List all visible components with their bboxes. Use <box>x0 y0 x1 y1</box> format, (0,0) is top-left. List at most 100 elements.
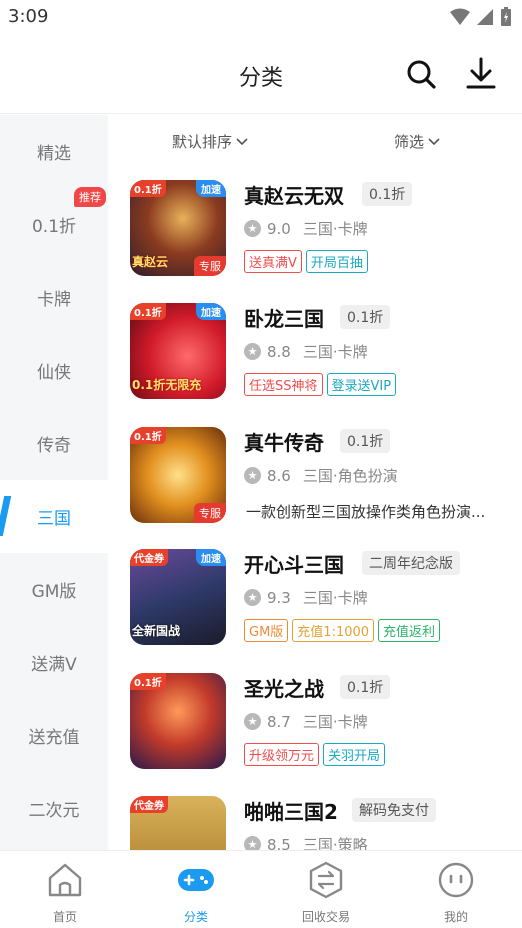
game-icon[interactable]: 0.1折 专服 <box>130 427 226 523</box>
chevron-down-icon <box>236 137 248 145</box>
game-icon[interactable]: 代金券 加速 全新国战 <box>130 549 226 645</box>
sidebar-item-label: 传奇 <box>37 436 71 456</box>
game-item[interactable]: 0.1折 专服 真牛传奇 0.1折 ★ 8.6 三国·角色扮演 一款创新型三国放… <box>130 427 510 527</box>
discount-badge: 0.1折 <box>130 427 166 444</box>
profile-face-icon <box>438 862 474 898</box>
game-item[interactable]: 0.1折 加速 0.1折无限充 卧龙三国 0.1折 ★ 8.8 三国·卡牌 任选… <box>130 303 510 403</box>
game-meta: ★ 8.7 三国·卡牌 <box>244 711 368 732</box>
signal-icon <box>477 9 493 25</box>
game-name: 啪啪三国2 <box>244 800 338 824</box>
app-header: 分类 <box>0 34 522 114</box>
exclusive-server-badge: 专服 <box>194 256 226 276</box>
sidebar-item-label: 送满V <box>31 655 77 675</box>
download-icon[interactable] <box>465 56 497 90</box>
game-category: 三国·策略 <box>302 836 368 850</box>
game-tags: GM版 充值1:1000 充值返利 <box>244 619 441 642</box>
home-icon <box>48 863 82 897</box>
voucher-badge: 代金券 <box>130 796 168 813</box>
voucher-badge: 代金券 <box>130 549 168 566</box>
game-tag: 关羽开局 <box>323 743 386 766</box>
game-tag: 登录送VIP <box>326 373 397 396</box>
recommend-badge: 推荐 <box>74 187 106 207</box>
nav-trade[interactable]: 回收交易 <box>281 861 371 925</box>
sort-label: 默认排序 <box>172 133 233 151</box>
game-item[interactable]: 0.1折 圣光之战 0.1折 ★ 8.7 三国·卡牌 升级领万元 关羽开局 <box>130 673 510 773</box>
star-icon: ★ <box>244 467 261 484</box>
game-rating: 9.0 <box>267 219 291 238</box>
filter-bar: 默认排序 筛选 <box>108 115 522 167</box>
game-category: 三国·卡牌 <box>302 343 368 361</box>
game-meta: ★ 9.3 三国·卡牌 <box>244 587 368 608</box>
game-name: 圣光之战 <box>244 677 324 701</box>
game-category: 三国·卡牌 <box>302 713 368 731</box>
game-name: 真赵云无双 <box>244 184 344 208</box>
speed-badge: 加速 <box>196 549 226 566</box>
nav-label: 首页 <box>52 910 77 924</box>
game-category: 三国·卡牌 <box>302 220 368 238</box>
game-icon[interactable]: 0.1折 加速 0.1折无限充 <box>130 303 226 399</box>
discount-badge: 0.1折 <box>130 673 166 690</box>
game-rating: 8.7 <box>267 712 291 731</box>
game-item[interactable]: 0.1折 加速 真赵云 专服 真赵云无双 0.1折 ★ 9.0 三国·卡牌 送真… <box>130 180 510 280</box>
status-icons <box>450 7 512 27</box>
nav-home[interactable]: 首页 <box>20 861 110 925</box>
discount-badge: 0.1折 <box>130 180 166 197</box>
sidebar-item-xianxia[interactable]: 仙侠 <box>0 334 108 407</box>
game-name: 卧龙三国 <box>244 307 324 331</box>
battery-icon <box>501 7 511 26</box>
sidebar-item-featured[interactable]: 精选 <box>0 115 108 188</box>
sidebar-item-label: 0.1折 <box>31 217 77 237</box>
game-rating: 8.5 <box>267 835 291 851</box>
game-item[interactable]: 代金券 啪啪三国2 解码免支付 ★ 8.5 三国·策略 <box>130 796 510 850</box>
game-icon[interactable]: 0.1折 <box>130 673 226 769</box>
game-category: 三国·卡牌 <box>302 589 368 607</box>
sidebar-item-three-kingdoms[interactable]: 三国 <box>0 480 108 553</box>
nav-label: 回收交易 <box>301 910 350 924</box>
sort-dropdown[interactable]: 默认排序 <box>172 131 248 152</box>
game-rating: 9.3 <box>267 588 291 607</box>
sidebar-item-label: 仙侠 <box>37 363 71 383</box>
sidebar-item-label: 精选 <box>37 144 71 164</box>
filter-label: 筛选 <box>394 133 425 151</box>
game-tag: 任选SS神将 <box>244 373 323 396</box>
game-name: 开心斗三国 <box>244 553 344 577</box>
gamepad-icon <box>178 869 214 891</box>
game-tags: 升级领万元 关羽开局 <box>244 743 386 766</box>
chevron-down-icon <box>428 137 440 145</box>
game-pill: 0.1折 <box>362 182 413 206</box>
search-icon[interactable] <box>405 58 437 90</box>
nav-category[interactable]: 分类 <box>151 861 241 925</box>
star-icon: ★ <box>244 343 261 360</box>
bottom-nav: 首页 分类 回收交易 我的 <box>0 850 522 928</box>
game-tag: 充值1:1000 <box>292 619 375 642</box>
sidebar-item-recharge[interactable]: 送充值 <box>0 699 108 772</box>
sidebar-item-legend[interactable]: 传奇 <box>0 407 108 480</box>
sidebar-item-label: 二次元 <box>28 801 80 821</box>
game-pill: 二周年纪念版 <box>362 551 460 575</box>
category-sidebar: 精选 0.1折 卡牌 仙侠 传奇 三国 GM版 送满V 送充值 二次元 推荐 <box>0 115 108 850</box>
game-tags: 任选SS神将 登录送VIP <box>244 373 397 396</box>
filter-dropdown[interactable]: 筛选 <box>394 131 440 152</box>
sidebar-item-anime[interactable]: 二次元 <box>0 772 108 845</box>
sidebar-item-label: GM版 <box>31 582 77 602</box>
nav-label: 我的 <box>443 910 468 924</box>
game-tag: GM版 <box>244 619 289 642</box>
game-item[interactable]: 代金券 加速 全新国战 开心斗三国 二周年纪念版 ★ 9.3 三国·卡牌 GM版… <box>130 549 510 649</box>
page-title: 分类 <box>238 66 283 91</box>
game-category: 三国·角色扮演 <box>302 467 398 485</box>
exclusive-server-badge: 专服 <box>194 503 226 523</box>
game-icon[interactable]: 代金券 <box>130 796 226 850</box>
game-icon[interactable]: 0.1折 加速 真赵云 专服 <box>130 180 226 276</box>
sidebar-item-gm[interactable]: GM版 <box>0 553 108 626</box>
sidebar-item-cards[interactable]: 卡牌 <box>0 261 108 334</box>
game-meta: ★ 8.6 三国·角色扮演 <box>244 465 398 486</box>
speed-badge: 加速 <box>196 180 226 197</box>
sidebar-item-label: 卡牌 <box>37 290 71 310</box>
nav-mine[interactable]: 我的 <box>411 861 501 925</box>
sidebar-item-full-vip[interactable]: 送满V <box>0 626 108 699</box>
active-indicator <box>0 496 12 536</box>
art-caption: 真赵云 <box>132 255 169 269</box>
game-tag: 充值返利 <box>378 619 441 642</box>
game-pill: 0.1折 <box>340 429 391 453</box>
game-pill: 0.1折 <box>340 305 391 329</box>
